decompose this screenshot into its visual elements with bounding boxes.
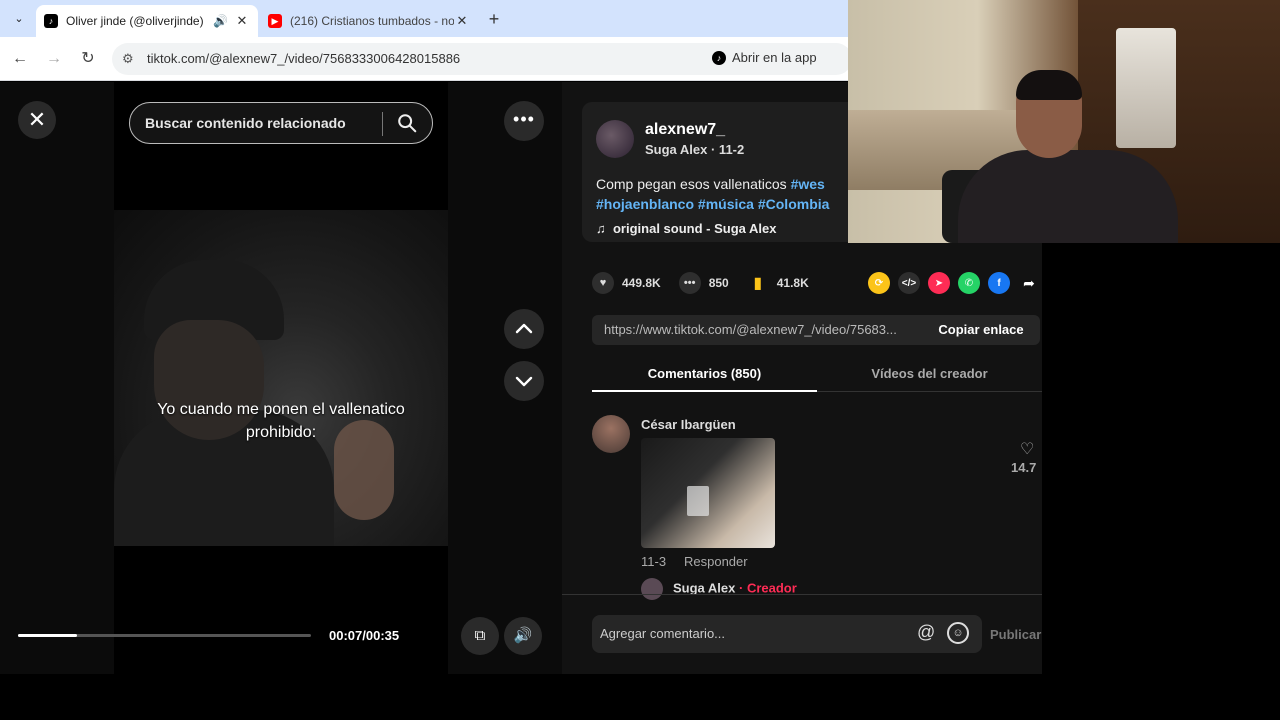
heart-icon: ♥	[592, 272, 614, 294]
comment-input[interactable]: Agregar comentario... @ ☺	[592, 615, 982, 653]
post-description: Comp pegan esos vallenaticos #wes #hojae…	[596, 174, 866, 214]
tab-comments[interactable]: Comentarios (850)	[592, 366, 817, 381]
mention-icon[interactable]: @	[917, 622, 935, 643]
engagement-stats: ♥ 449.8K ••• 850 ▮ 41.8K	[592, 272, 827, 294]
close-tab-icon[interactable]: ✕	[234, 13, 250, 29]
back-arrow-icon[interactable]: ←	[10, 49, 30, 69]
composer-divider	[562, 594, 1042, 595]
hashtag-link[interactable]: #wes	[791, 176, 825, 192]
video-progress-bar[interactable]	[18, 634, 311, 637]
description-text: Comp pegan esos vallenaticos	[596, 176, 791, 192]
comment-image[interactable]	[641, 438, 775, 548]
send-icon[interactable]: ➤	[928, 272, 950, 294]
bookmark-icon: ▮	[753, 275, 763, 292]
comment-like-count: 14.7	[1011, 460, 1037, 475]
commenter-avatar[interactable]	[592, 415, 630, 453]
floating-player-button[interactable]: ⧉	[461, 617, 499, 655]
comment-count: 850	[708, 276, 729, 290]
hashtag-link[interactable]: #música	[698, 196, 754, 212]
chevron-up-icon	[515, 323, 533, 334]
tab-search-icon[interactable]: ⌄	[9, 9, 29, 29]
heart-outline-icon[interactable]: ♡	[1020, 439, 1034, 459]
emoji-icon[interactable]: ☺	[947, 622, 969, 644]
webcam-person-body	[958, 150, 1178, 243]
embed-icon[interactable]: </>	[898, 272, 920, 294]
close-tab-icon[interactable]: ✕	[454, 13, 470, 29]
share-arrow-icon[interactable]: ➦	[1018, 272, 1040, 294]
facebook-icon[interactable]: f	[988, 272, 1010, 294]
search-separator	[382, 112, 383, 136]
address-bar: ← → ↻ ⚙ tiktok.com/@alexnew7_/video/7568…	[0, 37, 852, 81]
reply-avatar	[641, 578, 663, 600]
related-search-input[interactable]: Buscar contenido relacionado	[129, 102, 433, 144]
comment-image-glass	[687, 486, 709, 516]
comment-date: 11-3	[641, 554, 667, 569]
caption-line-1: Yo cuando me ponen el vallenatico	[157, 401, 405, 418]
video-area: Yo cuando me ponen el vallenatico prohib…	[0, 82, 562, 674]
search-placeholder: Buscar contenido relacionado	[145, 115, 346, 131]
video-progress-fill	[18, 634, 77, 637]
creator-username[interactable]: alexnew7_	[645, 121, 725, 139]
comment-icon: •••	[678, 272, 701, 294]
sound-link[interactable]: ♫ original sound - Suga Alex	[596, 221, 776, 236]
tab-title: Oliver jinde (@oliverjinde) |	[66, 14, 208, 28]
more-options-button[interactable]: •••	[504, 101, 544, 141]
tiktok-icon: ♪	[712, 50, 726, 65]
browser-tab-bar: ⌄ ♪ Oliver jinde (@oliverjinde) | 🔊 ✕ ▶ …	[0, 0, 848, 37]
video-link-url[interactable]: https://www.tiktok.com/@alexnew7_/video/…	[604, 322, 914, 337]
open-in-app-button[interactable]: ♪ Abrir en la app	[712, 50, 817, 65]
video-caption: Yo cuando me ponen el vallenatico prohib…	[114, 398, 448, 444]
next-video-button[interactable]	[504, 361, 544, 401]
youtube-icon: ▶	[268, 14, 282, 28]
tiktok-icon: ♪	[44, 14, 58, 28]
webcam-mirror	[1116, 28, 1176, 148]
url-text[interactable]: tiktok.com/@alexnew7_/video/756833300642…	[147, 51, 460, 66]
whatsapp-icon[interactable]: ✆	[958, 272, 980, 294]
webcam-person-hair	[1016, 70, 1082, 100]
active-tab-indicator	[592, 390, 817, 392]
open-in-app-label: Abrir en la app	[732, 50, 817, 65]
tab-title: (216) Cristianos tumbados - no	[290, 14, 454, 28]
reply-button[interactable]: Responder	[684, 554, 748, 569]
comment-item: César Ibargüen 11-3 Responder ♡ 14.7	[592, 412, 1042, 592]
close-video-button[interactable]: ✕	[18, 101, 56, 139]
share-icons: ⟳ </> ➤ ✆ f ➦	[868, 272, 1048, 294]
site-info-icon[interactable]: ⚙	[122, 51, 134, 67]
like-button[interactable]: ♥ 449.8K	[592, 272, 661, 294]
save-count: 41.8K	[776, 276, 809, 290]
video-link-box: https://www.tiktok.com/@alexnew7_/video/…	[592, 315, 1040, 345]
copy-link-button[interactable]: Copiar enlace	[922, 315, 1040, 345]
creator-avatar[interactable]	[596, 120, 634, 158]
browser-tab-tiktok[interactable]: ♪ Oliver jinde (@oliverjinde) | 🔊 ✕	[36, 5, 258, 37]
omnibox[interactable]: ⚙ tiktok.com/@alexnew7_/video/7568333006…	[112, 43, 852, 75]
forward-arrow-icon[interactable]: →	[44, 49, 64, 69]
caption-line-2: prohibido:	[245, 424, 317, 441]
comment-placeholder: Agregar comentario...	[600, 626, 726, 641]
hashtag-link[interactable]: #hojaenblanco	[596, 196, 694, 212]
video-image[interactable]	[114, 210, 448, 546]
save-button[interactable]: ▮ 41.8K	[747, 272, 809, 294]
previous-video-button[interactable]	[504, 309, 544, 349]
like-count: 449.8K	[622, 276, 661, 290]
commenter-name[interactable]: César Ibargüen	[641, 417, 736, 432]
comment-button[interactable]: ••• 850	[678, 272, 729, 294]
search-icon[interactable]	[396, 112, 418, 134]
browser-tab-youtube[interactable]: ▶ (216) Cristianos tumbados - no ✕	[260, 5, 478, 37]
new-tab-button[interactable]: +	[484, 9, 504, 29]
speaker-icon[interactable]: 🔊	[213, 14, 228, 28]
sound-name: original sound - Suga Alex	[612, 221, 777, 236]
reload-icon[interactable]: ↻	[78, 49, 98, 69]
music-note-icon: ♫	[596, 221, 606, 236]
chevron-down-icon	[515, 376, 533, 387]
hashtag-link[interactable]: #Colombia	[758, 196, 830, 212]
video-time: 00:07/00:35	[329, 628, 400, 643]
creator-reply-row[interactable]: Suga Alex · Creador	[641, 578, 797, 600]
webcam-overlay	[848, 0, 1280, 243]
panel-tabs: Comentarios (850) Vídeos del creador	[592, 358, 1042, 392]
repost-icon[interactable]: ⟳	[868, 272, 890, 294]
volume-icon[interactable]: 🔊	[504, 617, 542, 655]
creator-nickname-date: Suga Alex · 11-2	[645, 142, 745, 157]
tab-creator-videos[interactable]: Vídeos del creador	[817, 366, 1042, 381]
publish-button[interactable]: Publicar	[990, 627, 1041, 642]
